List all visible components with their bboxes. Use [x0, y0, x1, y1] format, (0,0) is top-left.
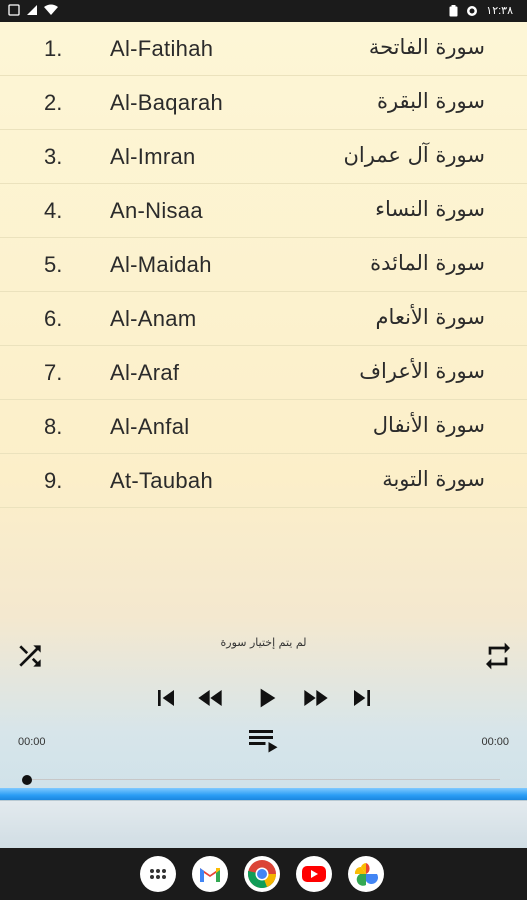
wifi-icon: [44, 4, 58, 15]
battery-icon: [449, 4, 458, 16]
surah-number: 1.: [44, 36, 63, 61]
surah-number: 4.: [44, 198, 63, 223]
youtube-icon[interactable]: [296, 856, 332, 892]
list-item[interactable]: 8. Al-Anfal سورة الأنفال: [0, 400, 527, 454]
surah-name-english: Al-Anam: [110, 306, 197, 331]
surah-name-english: Al-Fatihah: [110, 36, 214, 61]
play-icon[interactable]: [248, 682, 284, 714]
list-item[interactable]: 6. Al-Anam سورة الأنعام: [0, 292, 527, 346]
chrome-icon[interactable]: [244, 856, 280, 892]
progress-accent-bar: [0, 788, 527, 800]
list-item[interactable]: 9. At-Taubah سورة التوبة: [0, 454, 527, 508]
gmail-icon[interactable]: [192, 856, 228, 892]
surah-name-english: Al-Imran: [110, 144, 196, 169]
surah-name-english: Al-Anfal: [110, 414, 190, 439]
surah-name-arabic: سورة الأعراف: [359, 359, 485, 383]
rewind-icon[interactable]: [192, 682, 230, 714]
list-item[interactable]: 4. An-Nisaa سورة النساء: [0, 184, 527, 238]
fast-forward-icon[interactable]: [296, 682, 334, 714]
surah-name-arabic: سورة التوبة: [382, 467, 485, 491]
playlist-icon[interactable]: [245, 724, 283, 754]
surah-name-arabic: سورة الأنفال: [372, 413, 485, 437]
status-left: [8, 4, 58, 16]
surah-name-arabic: سورة النساء: [375, 197, 485, 221]
seek-bar[interactable]: [22, 774, 500, 786]
surah-number: 2.: [44, 90, 63, 115]
surah-name-arabic: سورة الأنعام: [375, 305, 485, 329]
list-item[interactable]: 5. Al-Maidah سورة المائدة: [0, 238, 527, 292]
surah-number: 6.: [44, 306, 63, 331]
status-time: ١٢:٣٨: [486, 5, 513, 17]
surah-name-arabic: سورة آل عمران: [343, 143, 485, 167]
list-item[interactable]: 1. Al-Fatihah سورة الفاتحة: [0, 22, 527, 76]
app-drawer-icon[interactable]: [140, 856, 176, 892]
repeat-icon[interactable]: [481, 640, 515, 672]
status-right: ١٢:٣٨: [449, 4, 513, 17]
skip-previous-icon[interactable]: [150, 682, 182, 714]
surah-number: 8.: [44, 414, 63, 439]
surah-name-english: At-Taubah: [110, 468, 213, 493]
surah-number: 3.: [44, 144, 63, 169]
surah-number: 7.: [44, 360, 63, 385]
app-screen: 1. Al-Fatihah سورة الفاتحة 2. Al-Baqarah…: [0, 22, 527, 849]
list-item[interactable]: 3. Al-Imran سورة آل عمران: [0, 130, 527, 184]
skip-next-icon[interactable]: [346, 682, 378, 714]
playback-controls: [150, 682, 380, 718]
surah-name-arabic: سورة البقرة: [376, 89, 485, 113]
photo-notification-icon: [8, 4, 20, 16]
surah-name-arabic: سورة المائدة: [370, 251, 485, 275]
photos-icon[interactable]: [348, 856, 384, 892]
player-status-text: لم يتم إختيار سورة: [220, 636, 307, 649]
surah-list[interactable]: 1. Al-Fatihah سورة الفاتحة 2. Al-Baqarah…: [0, 22, 527, 508]
list-item[interactable]: 2. Al-Baqarah سورة البقرة: [0, 76, 527, 130]
surah-name-english: Al-Araf: [110, 360, 180, 385]
sync-icon: [467, 5, 478, 16]
surah-name-english: Al-Maidah: [110, 252, 212, 277]
signal-icon: [27, 5, 37, 15]
surah-number: 9.: [44, 468, 63, 493]
taskbar: [0, 848, 527, 900]
seek-thumb[interactable]: [22, 775, 32, 785]
total-time: 00:00: [481, 736, 509, 748]
surah-name-arabic: سورة الفاتحة: [368, 35, 485, 59]
bottom-panel: [0, 800, 527, 849]
app-dock: [140, 856, 384, 892]
surah-number: 5.: [44, 252, 63, 277]
status-bar: ١٢:٣٨: [0, 0, 527, 22]
surah-name-english: An-Nisaa: [110, 198, 203, 223]
list-item[interactable]: 7. Al-Araf سورة الأعراف: [0, 346, 527, 400]
surah-name-english: Al-Baqarah: [110, 90, 224, 115]
shuffle-icon[interactable]: [14, 640, 46, 672]
seek-track: [28, 779, 500, 780]
elapsed-time: 00:00: [18, 736, 46, 748]
